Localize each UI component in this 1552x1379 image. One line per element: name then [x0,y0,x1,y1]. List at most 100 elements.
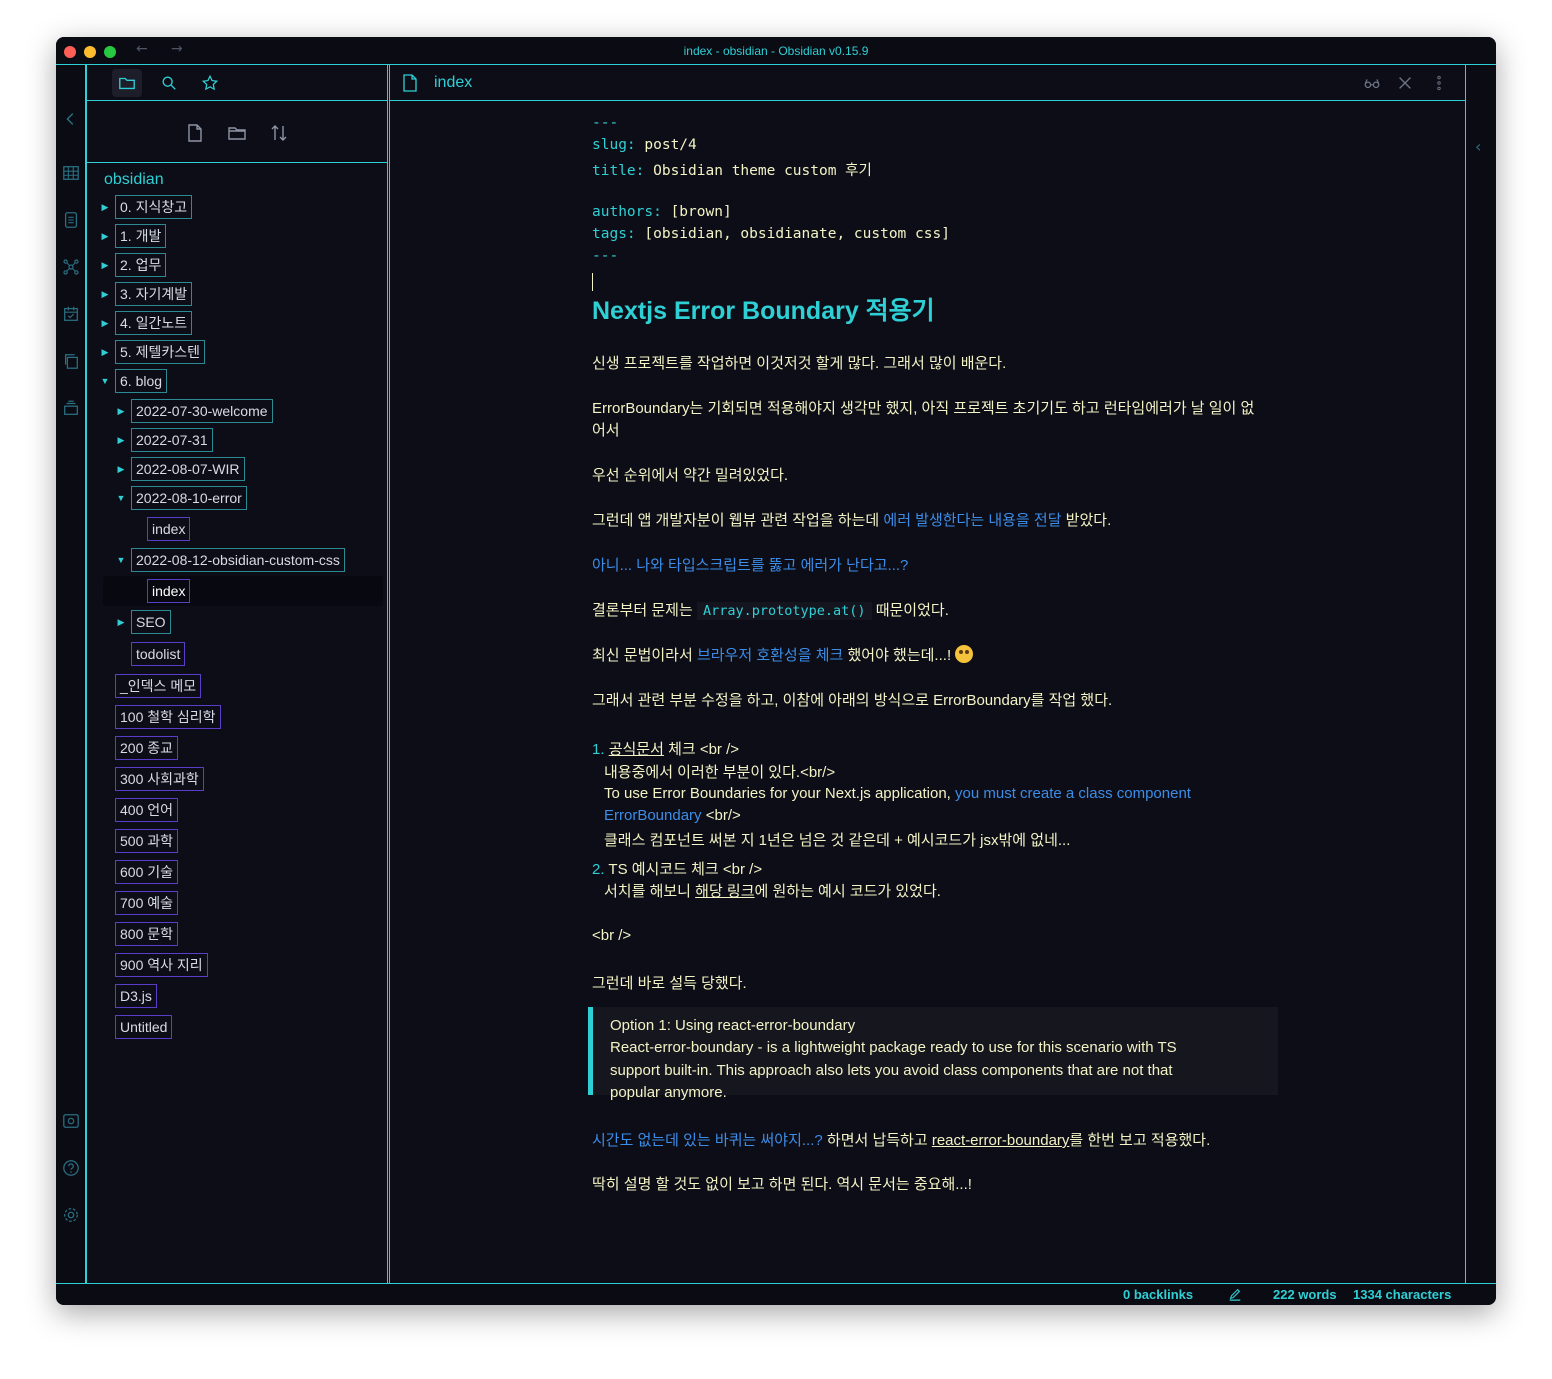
stack-icon[interactable] [61,398,81,418]
folder-item[interactable]: ▶ 3. 자기계발 [99,281,193,307]
collapse-arrow-icon[interactable]: ▼ [115,555,127,565]
help-icon[interactable] [61,1158,81,1178]
astonished-emoji-icon [955,645,974,663]
expand-arrow-icon[interactable]: ▶ [99,202,111,213]
file-tree: obsidian ▶ 0. 지식창고 ▶ 1. 개발 ▶ 2. 업무 ▶ 3. 자기계발… [87,163,387,1283]
file-item[interactable]: 300 사회과학 [115,766,204,792]
folder-item-blog[interactable]: ▼ 6. blog [99,368,168,394]
character-count: 1334 characters [1353,1287,1452,1302]
expand-arrow-icon[interactable]: ▶ [115,617,127,628]
paragraph: 그런데 바로 설득 당했다. [592,975,747,992]
file-item[interactable]: _인덱스 메모 [115,673,202,699]
word-count: 222 words [1273,1287,1337,1302]
file-item[interactable]: 700 예술 [115,890,179,916]
example-link[interactable]: 해당 링크 [695,883,754,900]
active-file-highlight [103,576,383,606]
inline-code: Array.prototype.at() [696,602,872,620]
collapse-left-icon[interactable] [61,109,81,129]
paragraph: 신생 프로젝트를 작업하면 이것저것 할게 많다. 그래서 많이 배운다. [592,355,1007,372]
folder-item[interactable]: ▶ 2022-08-07-WIR [115,456,245,482]
docs-link[interactable]: 공식문서 [609,741,664,758]
graph-icon[interactable] [61,257,81,277]
frontmatter-dashes: --- [592,115,619,131]
status-bar: 0 backlinks 222 words 1334 characters [56,1283,1496,1305]
new-folder-icon[interactable] [225,121,249,145]
paragraph: 어서 [592,422,620,439]
file-item[interactable]: 900 역사 지리 [115,952,208,978]
reading-view-icon[interactable] [1363,74,1381,96]
folder-item[interactable]: ▶ 5. 제텔카스텐 [99,339,205,365]
file-item[interactable]: index [147,516,191,542]
paragraph: 최신 문법이라서 브라우저 호환성을 체크 했어야 했는데...! [592,644,974,665]
file-item[interactable]: 100 철학 심리학 [115,704,221,730]
copy-icon[interactable] [61,351,81,371]
folder-item[interactable]: ▼ 2022-08-10-error [115,485,247,511]
file-item[interactable]: 800 문학 [115,921,179,947]
expand-arrow-icon[interactable]: ▶ [115,464,127,475]
backlinks-count[interactable]: 0 backlinks [1123,1287,1193,1302]
collapse-arrow-icon[interactable]: ▼ [115,493,127,503]
folder-item[interactable]: ▶ 1. 개발 [99,223,167,249]
file-item[interactable]: todolist [131,641,186,667]
note-title[interactable]: index [434,74,472,92]
folder-item[interactable]: ▶ 4. 일간노트 [99,310,193,336]
folder-item[interactable]: ▶ 2022-07-30-welcome [115,398,273,424]
expand-arrow-icon[interactable]: ▶ [99,231,111,242]
highlight-paragraph: 아니... 나와 타입스크립트를 뚫고 에러가 난다고...? [592,557,909,574]
quote-line: popular anymore. [610,1084,727,1101]
settings-icon[interactable] [61,1205,81,1225]
sort-icon[interactable] [267,121,291,145]
frontmatter-title: title: Obsidian theme custom 후기 [592,163,872,179]
expand-arrow-icon[interactable]: ▶ [99,318,111,329]
search-icon[interactable] [154,69,184,97]
expand-arrow-icon[interactable]: ▶ [99,260,111,271]
expand-arrow-icon[interactable]: ▶ [115,406,127,417]
list-item-line: ErrorBoundary <br/> [604,807,741,824]
expand-arrow-icon[interactable]: ▶ [99,347,111,358]
folder-item[interactable]: ▶ 0. 지식창고 [99,194,193,220]
vault-icon[interactable] [61,1111,81,1131]
collapse-arrow-icon[interactable]: ▼ [99,376,111,386]
expand-arrow-icon[interactable]: ▶ [99,289,111,300]
edit-mode-icon[interactable] [1228,1287,1242,1304]
new-note-icon[interactable] [183,121,207,145]
note-heading: Nextjs Error Boundary 적용기 [592,297,935,325]
vault-name[interactable]: obsidian [104,171,164,189]
library-link[interactable]: react-error-boundary [932,1132,1070,1149]
list-item-line: 내용중에서 이러한 부분이 있다.<br/> [604,764,836,781]
editor-header: index [390,65,1465,101]
more-options-icon[interactable] [1430,74,1448,96]
file-item[interactable]: Untitled [115,1014,173,1040]
file-item[interactable]: D3.js [115,983,157,1009]
paragraph: 딱히 설명 할 것도 없이 보고 하면 된다. 역시 문서는 중요해...! [592,1176,972,1193]
database-icon[interactable] [61,210,81,230]
obsidian-window: ← → index - obsidian - Obsidian v0.15.9 [56,37,1496,1305]
table-icon[interactable] [61,163,81,183]
frontmatter-authors: authors: [brown] [592,204,732,220]
file-item[interactable]: 600 기술 [115,859,179,885]
folder-item[interactable]: ▶ 2022-07-31 [115,427,213,453]
calendar-icon[interactable] [61,304,81,324]
file-item[interactable]: 200 종교 [115,735,179,761]
file-item[interactable]: 500 과학 [115,828,179,854]
expand-arrow-icon[interactable]: ▶ [115,435,127,446]
folder-item[interactable]: ▶ SEO [115,609,171,635]
paragraph: ErrorBoundary는 기회되면 적용해야지 생각만 했지, 아직 프로젝… [592,400,1255,417]
highlight-link[interactable]: 에러 발생한다는 내용을 전달 [883,512,1061,529]
file-item-active[interactable]: index [147,578,191,604]
file-item[interactable]: 400 언어 [115,797,179,823]
close-icon[interactable] [1396,74,1414,96]
star-icon[interactable] [195,69,225,97]
highlight-link[interactable]: 브라우저 호환성을 체크 [697,647,843,664]
folder-item[interactable]: ▶ 2. 업무 [99,252,167,278]
frontmatter-dashes: --- [592,248,619,264]
expand-right-icon[interactable]: ‹ [1475,137,1481,156]
folder-icon[interactable] [112,69,142,97]
folder-item[interactable]: ▼ 2022-08-12-obsidian-custom-css [115,547,345,573]
left-ribbon [56,65,86,1283]
quote-line: Option 1: Using react-error-boundary [610,1017,856,1034]
paragraph: 결론부터 문제는 Array.prototype.at() 때문이었다. [592,602,949,620]
right-sidebar-collapsed: ‹ [1467,65,1496,1283]
paragraph: 시간도 없는데 있는 바퀴는 써야지...? 하면서 납득하고 react-er… [592,1132,1211,1149]
list-item: 2. TS 예시코드 체크 <br /> [592,861,763,878]
